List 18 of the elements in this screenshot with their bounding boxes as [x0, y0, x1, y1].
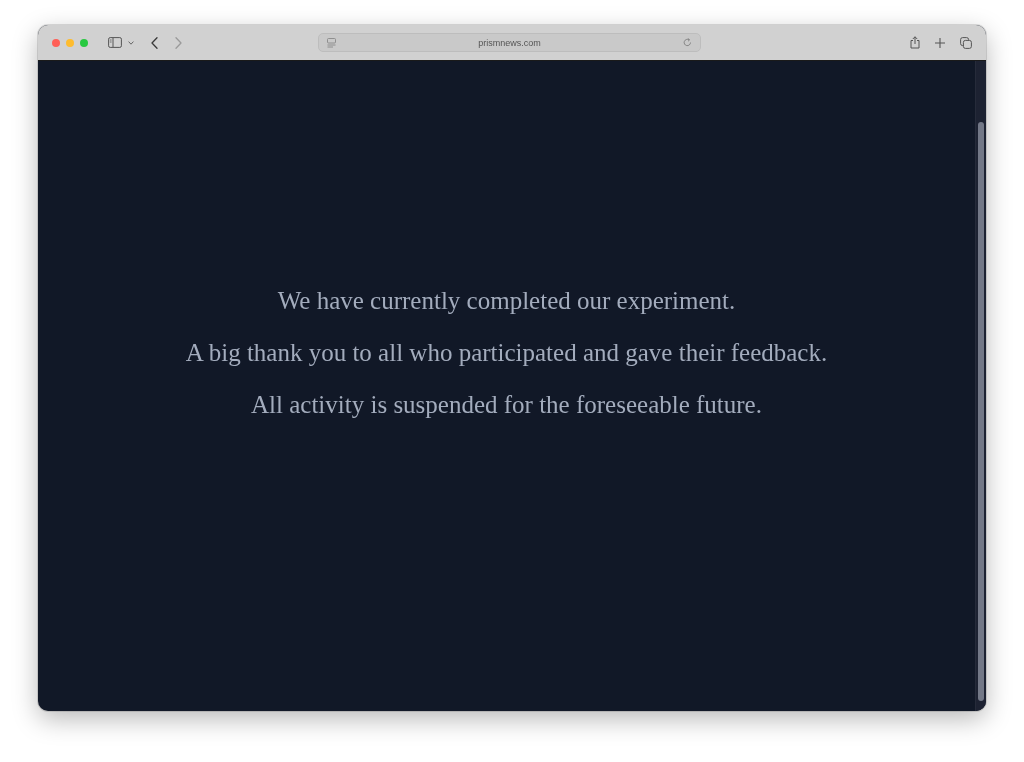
maximize-icon[interactable] — [80, 38, 88, 47]
page-icon[interactable] — [327, 37, 336, 48]
url-text: prismnews.com — [477, 37, 542, 48]
sidebar-icon[interactable] — [108, 37, 122, 48]
scrollbar-thumb[interactable] — [978, 122, 984, 701]
tabs-icon[interactable] — [960, 36, 972, 49]
message-text: All activity is suspended for the foreseeable future. — [251, 390, 762, 420]
chevron-down-icon[interactable] — [128, 40, 134, 45]
close-icon[interactable] — [52, 38, 60, 47]
message-text: A big thank you to all who participated and gave their feedback. — [185, 338, 828, 368]
address-field[interactable]: prismnews.com — [318, 33, 701, 52]
reload-icon[interactable] — [683, 38, 692, 47]
message-text: We have currently completed our experiment. — [277, 286, 736, 316]
new-tab-icon[interactable] — [935, 37, 945, 48]
share-icon[interactable] — [910, 36, 920, 49]
minimize-icon[interactable] — [66, 38, 74, 47]
back-icon[interactable] — [151, 36, 158, 49]
forward-icon[interactable] — [175, 36, 182, 49]
